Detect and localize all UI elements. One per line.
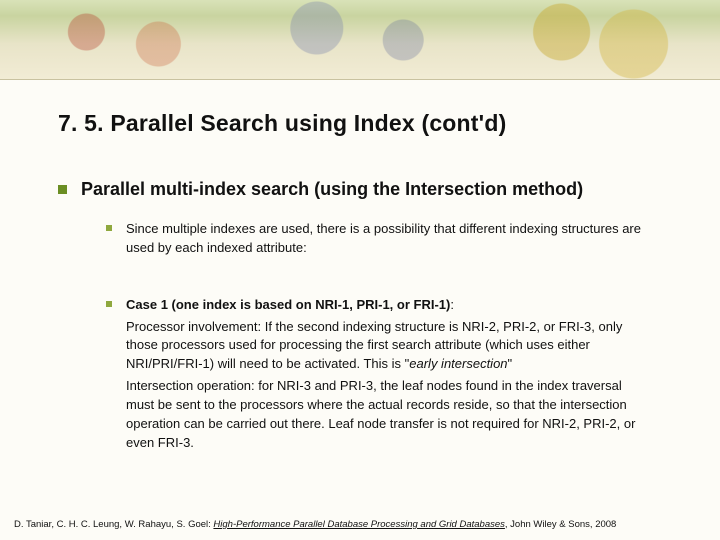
case-label: Case 1 (one index is based on NRI-1, PRI… <box>126 297 450 312</box>
slide: 7. 5. Parallel Search using Index (cont'… <box>0 0 720 540</box>
bullet-level2-item2: Case 1 (one index is based on NRI-1, PRI… <box>106 296 680 456</box>
bullet-level2-item1: Since multiple indexes are used, there i… <box>106 220 680 258</box>
footer-publisher: , John Wiley & Sons, 2008 <box>505 519 616 530</box>
footer-authors: D. Taniar, C. H. C. Leung, W. Rahayu, S.… <box>14 519 213 530</box>
bullet-level1: Parallel multi-index search (using the I… <box>58 179 680 200</box>
para2: Intersection operation: for NRI-3 and PR… <box>126 377 646 452</box>
square-bullet-icon <box>106 301 112 307</box>
slide-title: 7. 5. Parallel Search using Index (cont'… <box>58 110 680 137</box>
early-intersection: early intersection <box>409 356 507 371</box>
square-bullet-icon <box>58 185 67 194</box>
para1-pre: Processor involvement: If the second ind… <box>126 319 622 372</box>
case-body: Case 1 (one index is based on NRI-1, PRI… <box>126 296 646 456</box>
content-area: 7. 5. Parallel Search using Index (cont'… <box>58 110 680 455</box>
para1-end: " <box>508 356 513 371</box>
heading-text: Parallel multi-index search (using the I… <box>81 179 583 200</box>
square-bullet-icon <box>106 225 112 231</box>
decorative-banner <box>0 0 720 80</box>
case-colon: : <box>450 297 454 312</box>
body-text: Since multiple indexes are used, there i… <box>126 220 646 258</box>
footer-title: High-Performance Parallel Database Proce… <box>213 519 504 530</box>
footer-citation: D. Taniar, C. H. C. Leung, W. Rahayu, S.… <box>0 519 720 530</box>
